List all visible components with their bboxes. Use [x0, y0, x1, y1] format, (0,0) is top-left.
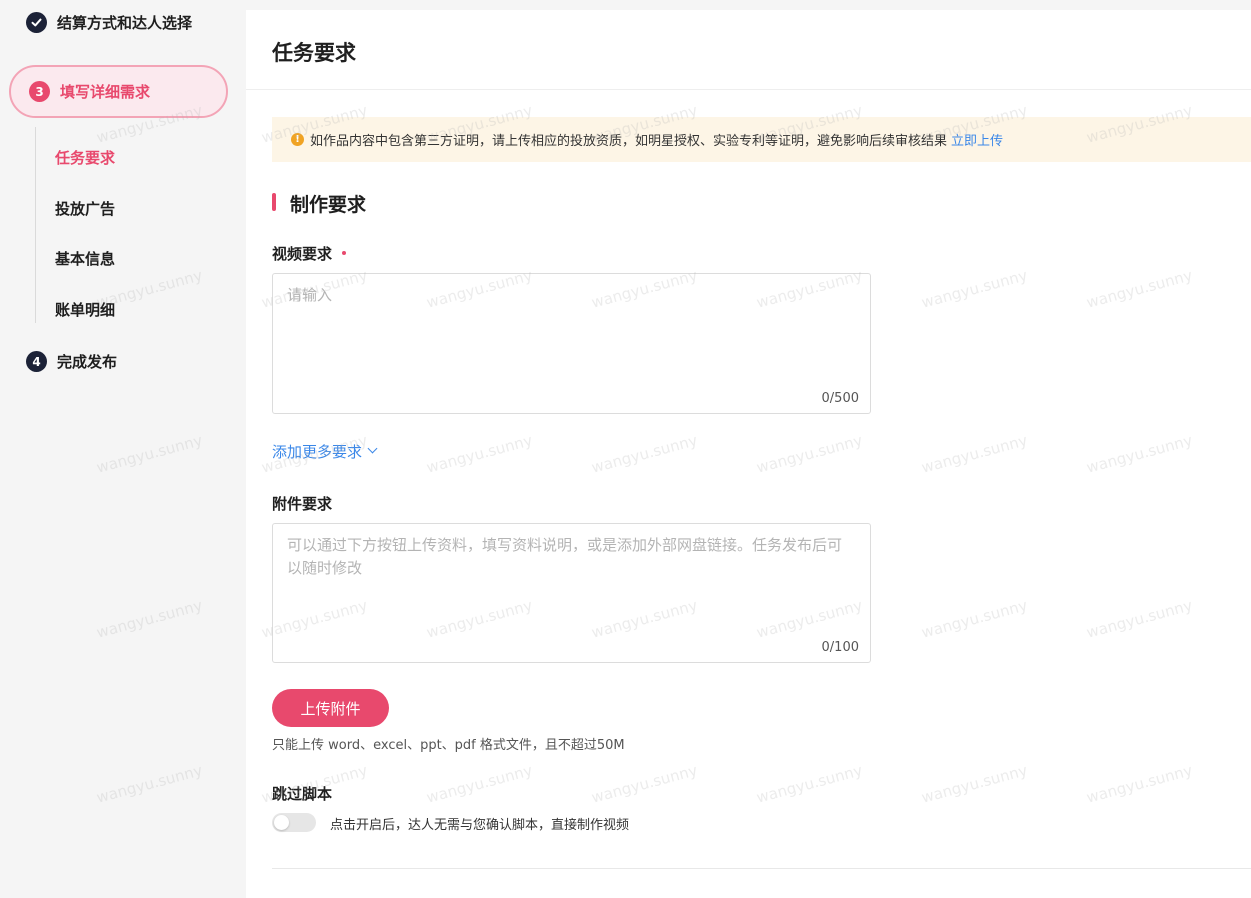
video-requirement-input[interactable] — [273, 274, 870, 413]
sidebar-item-ad-placement[interactable]: 投放广告 — [55, 198, 115, 219]
toggle-knob — [274, 815, 289, 830]
notice-banner: ! 如作品内容中包含第三方证明，请上传相应的投放资质，如明星授权、实验专利等证明… — [272, 117, 1251, 162]
upload-attachment-button[interactable]: 上传附件 — [272, 689, 389, 727]
main-panel: 任务要求 ! 如作品内容中包含第三方证明，请上传相应的投放资质，如明星授权、实验… — [246, 10, 1251, 898]
char-counter: 0/500 — [821, 391, 859, 406]
chevron-down-icon — [367, 443, 378, 454]
step-number: 4 — [26, 351, 47, 372]
video-requirement-label: 视频要求 — [272, 243, 347, 264]
attachment-requirement-label: 附件要求 — [272, 495, 333, 513]
sidebar-item-basic-info[interactable]: 基本信息 — [55, 248, 115, 269]
section-title: 制作要求 — [290, 194, 367, 216]
warning-icon: ! — [291, 133, 304, 146]
upload-now-link[interactable]: 立即上传 — [951, 130, 1003, 149]
skip-script-description: 点击开启后，达人无需与您确认脚本，直接制作视频 — [330, 818, 630, 833]
step-fill-requirements[interactable]: 3 填写详细需求 — [9, 65, 228, 118]
sub-nav-line — [35, 127, 36, 323]
step-settlement[interactable]: 结算方式和达人选择 — [26, 12, 192, 33]
skip-script-label: 跳过脚本 — [272, 785, 333, 803]
sidebar-item-billing[interactable]: 账单明细 — [55, 299, 115, 320]
divider — [272, 868, 1251, 869]
attachment-requirement-field: 0/100 — [272, 523, 871, 663]
notice-text: 如作品内容中包含第三方证明，请上传相应的投放资质，如明星授权、实验专利等证明，避… — [310, 134, 948, 149]
section-marker — [272, 193, 276, 211]
step-label: 完成发布 — [57, 353, 118, 371]
char-counter: 0/100 — [821, 640, 859, 655]
label-text: 视频要求 — [272, 245, 333, 263]
required-dot — [342, 250, 347, 255]
sidebar: 结算方式和达人选择 3 填写详细需求 任务要求 投放广告 基本信息 账单明细 4… — [0, 0, 246, 898]
step-label: 结算方式和达人选择 — [57, 14, 193, 32]
add-more-label: 添加更多要求 — [272, 443, 363, 461]
upload-hint: 只能上传 word、excel、ppt、pdf 格式文件，且不超过50M — [272, 738, 625, 753]
page-title: 任务要求 — [272, 41, 356, 65]
step-publish[interactable]: 4 完成发布 — [26, 351, 117, 372]
skip-script-toggle[interactable] — [272, 813, 316, 832]
step-number: 3 — [29, 81, 50, 102]
sidebar-item-task-requirements[interactable]: 任务要求 — [55, 147, 115, 168]
attachment-requirement-input[interactable] — [273, 524, 870, 662]
divider — [246, 89, 1251, 90]
step-label: 填写详细需求 — [60, 83, 151, 101]
video-requirement-field: 0/500 — [272, 273, 871, 414]
check-icon — [26, 12, 47, 33]
add-more-requirements-link[interactable]: 添加更多要求 — [272, 441, 378, 462]
